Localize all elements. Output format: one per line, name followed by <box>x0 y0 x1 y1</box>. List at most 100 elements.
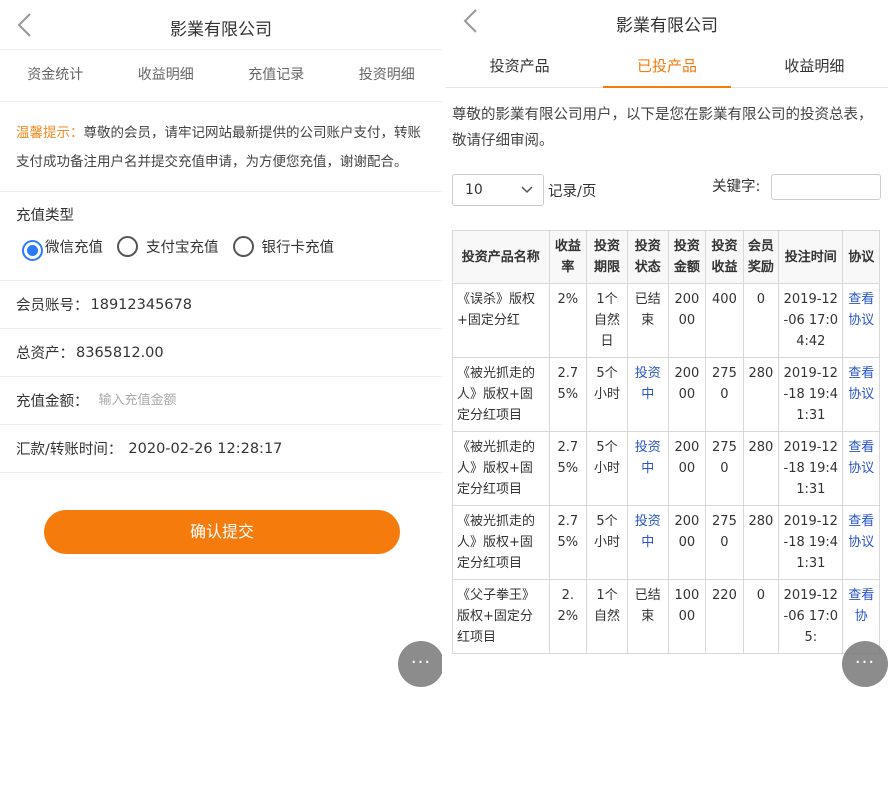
view-agreement-link[interactable]: 查看协议 <box>842 431 880 506</box>
view-agreement-link[interactable]: 查看协议 <box>842 505 880 580</box>
tab-income-detail[interactable]: 收益明细 <box>741 44 888 87</box>
intro-text: 尊敬的影業有限公司用户，以下是您在影業有限公司的投资总表，敬请仔细审阅。 <box>452 107 873 149</box>
cell-amount: 20000 <box>667 505 707 580</box>
assets-row: 总资产： 8365812.00 <box>0 329 442 377</box>
cell-reward: 280 <box>742 357 780 432</box>
assets-label: 总资产： <box>16 346 74 362</box>
cell-yield: 2.75% <box>548 505 588 580</box>
radio-label: 支付宝充值 <box>146 240 219 256</box>
cell-product-name: 《父子拳王》版权+固定分红项目 <box>452 579 550 654</box>
cell-amount: 10000 <box>667 579 707 654</box>
col-amount: 投资金额 <box>667 230 707 284</box>
view-agreement-link[interactable]: 查看协议 <box>842 283 880 358</box>
amount-input[interactable] <box>98 393 299 408</box>
radio-wechat[interactable]: 微信充值 <box>16 236 103 261</box>
cell-income: 2750 <box>705 357 744 432</box>
tab-fund-stats[interactable]: 资金统计 <box>0 50 111 101</box>
per-page-label: 记录/页 <box>548 184 597 200</box>
more-menu-button[interactable]: ··· <box>842 641 888 687</box>
col-agreement: 协议 <box>842 230 880 284</box>
table-controls: 10 记录/页 关键字: <box>446 170 888 214</box>
cell-term: 5个小时 <box>586 357 628 432</box>
cell-yield: 2.75% <box>548 357 588 432</box>
col-yield: 收益率 <box>548 230 588 284</box>
col-term: 投资期限 <box>586 230 628 284</box>
cell-income: 220 <box>705 579 744 654</box>
table-row: 《父子拳王》版权+固定分红项目 2.2% 1个自然 已结束 10000 220 0 2019-… <box>452 579 880 654</box>
cell-time: 2019-12-06 17:05: <box>778 579 844 654</box>
cell-term: 5个小时 <box>586 431 628 506</box>
investment-table: 投资产品名称 收益率 投资期限 投资状态 投资金额 投资收益 会员奖励 投注时间… <box>452 230 880 654</box>
cell-time: 2019-12-18 19:41:31 <box>778 431 844 506</box>
cell-status: 投资中 <box>626 357 669 432</box>
more-menu-button[interactable]: ··· <box>398 641 442 687</box>
right-tab-bar: 投资产品 已投产品 收益明细 <box>446 44 888 88</box>
page-size-select[interactable]: 10 <box>452 174 544 206</box>
cell-reward: 280 <box>742 431 780 506</box>
page-size-value: 10 <box>465 182 483 198</box>
cell-reward: 280 <box>742 505 780 580</box>
cell-time: 2019-12-18 19:41:31 <box>778 505 844 580</box>
cell-product-name: 《被光抓走的人》版权+固定分红项目 <box>452 357 550 432</box>
amount-row: 充值金额： <box>0 377 442 425</box>
account-value: 18912345678 <box>90 296 192 313</box>
table-row: 《误杀》版权+固定分红 2% 1个自然日 已结束 20000 400 0 2019-12-06… <box>452 283 880 358</box>
cell-term: 1个自然日 <box>586 283 628 358</box>
cell-status: 投资中 <box>626 431 669 506</box>
notice-label: 温馨提示： <box>16 125 84 141</box>
charge-type-label: 充值类型 <box>16 208 74 224</box>
radio-bank[interactable]: 银行卡充值 <box>232 236 334 257</box>
account-label: 会员账号： <box>16 298 89 314</box>
cell-product-name: 《被光抓走的人》版权+固定分红项目 <box>452 505 550 580</box>
cell-amount: 20000 <box>667 431 707 506</box>
time-label: 汇款/转账时间： <box>16 442 123 458</box>
tab-invest-detail[interactable]: 投资明细 <box>332 50 443 101</box>
col-status: 投资状态 <box>626 230 669 284</box>
cell-status: 投资中 <box>626 505 669 580</box>
col-product-name: 投资产品名称 <box>452 230 550 284</box>
assets-value: 8365812.00 <box>76 344 164 361</box>
page-title: 影業有限公司 <box>616 16 718 36</box>
cell-income: 2750 <box>705 431 744 506</box>
cell-time: 2019-12-06 17:04:42 <box>778 283 844 358</box>
right-screen: 影業有限公司 投资产品 已投产品 收益明细 尊敬的影業有限公司用户，以下是您在影… <box>446 0 888 789</box>
time-value: 2020-02-26 12:28:17 <box>128 440 283 457</box>
tab-invest-products[interactable]: 投资产品 <box>446 44 593 87</box>
radio-selected-icon[interactable] <box>22 240 43 261</box>
cell-status: 已结束 <box>626 579 669 654</box>
cell-reward: 0 <box>742 579 780 654</box>
view-agreement-link[interactable]: 查看协议 <box>842 357 880 432</box>
amount-label: 充值金额： <box>16 394 89 410</box>
cell-product-name: 《被光抓走的人》版权+固定分红项目 <box>452 431 550 506</box>
cell-income: 400 <box>705 283 744 358</box>
keyword-input[interactable] <box>771 174 881 200</box>
col-income: 投资收益 <box>705 230 744 284</box>
table-row: 《被光抓走的人》版权+固定分红项目 2.75% 5个小时 投资中 20000 2750 28… <box>452 505 880 580</box>
radio-alipay[interactable]: 支付宝充值 <box>117 236 219 257</box>
notice-box: 温馨提示：尊敬的会员，请牢记网站最新提供的公司账户支付，转账支付成功备注用户名并… <box>0 102 442 192</box>
cell-reward: 0 <box>742 283 780 358</box>
cell-yield: 2% <box>548 283 588 358</box>
cell-product-name: 《误杀》版权+固定分红 <box>452 283 550 358</box>
table-header-row: 投资产品名称 收益率 投资期限 投资状态 投资金额 投资收益 会员奖励 投注时间… <box>452 230 880 284</box>
keyword-label: 关键字: <box>712 179 761 195</box>
radio-unselected-icon[interactable] <box>117 236 138 257</box>
chevron-down-icon <box>521 186 533 194</box>
submit-button[interactable]: 确认提交 <box>44 510 400 554</box>
tab-recharge-record[interactable]: 充值记录 <box>221 50 332 101</box>
left-tab-bar: 资金统计 收益明细 充值记录 投资明细 <box>0 50 442 102</box>
account-row: 会员账号： 18912345678 <box>0 281 442 329</box>
radio-unselected-icon[interactable] <box>232 236 254 257</box>
col-time: 投注时间 <box>778 230 844 284</box>
cell-term: 1个自然 <box>586 579 628 654</box>
cell-amount: 20000 <box>667 283 707 358</box>
charge-type-section: 充值类型 微信充值 支付宝充值 银行卡充值 <box>0 192 442 281</box>
left-screen: 影業有限公司 资金统计 收益明细 充值记录 投资明细 温馨提示：尊敬的会员，请牢… <box>0 0 442 789</box>
tab-income-detail[interactable]: 收益明细 <box>111 50 222 101</box>
page-title: 影業有限公司 <box>170 20 272 40</box>
cell-yield: 2.2% <box>548 579 588 654</box>
cell-status: 已结束 <box>626 283 669 358</box>
cell-income: 2750 <box>705 505 744 580</box>
tab-invested-products[interactable]: 已投产品 <box>593 44 740 88</box>
cell-amount: 20000 <box>667 357 707 432</box>
